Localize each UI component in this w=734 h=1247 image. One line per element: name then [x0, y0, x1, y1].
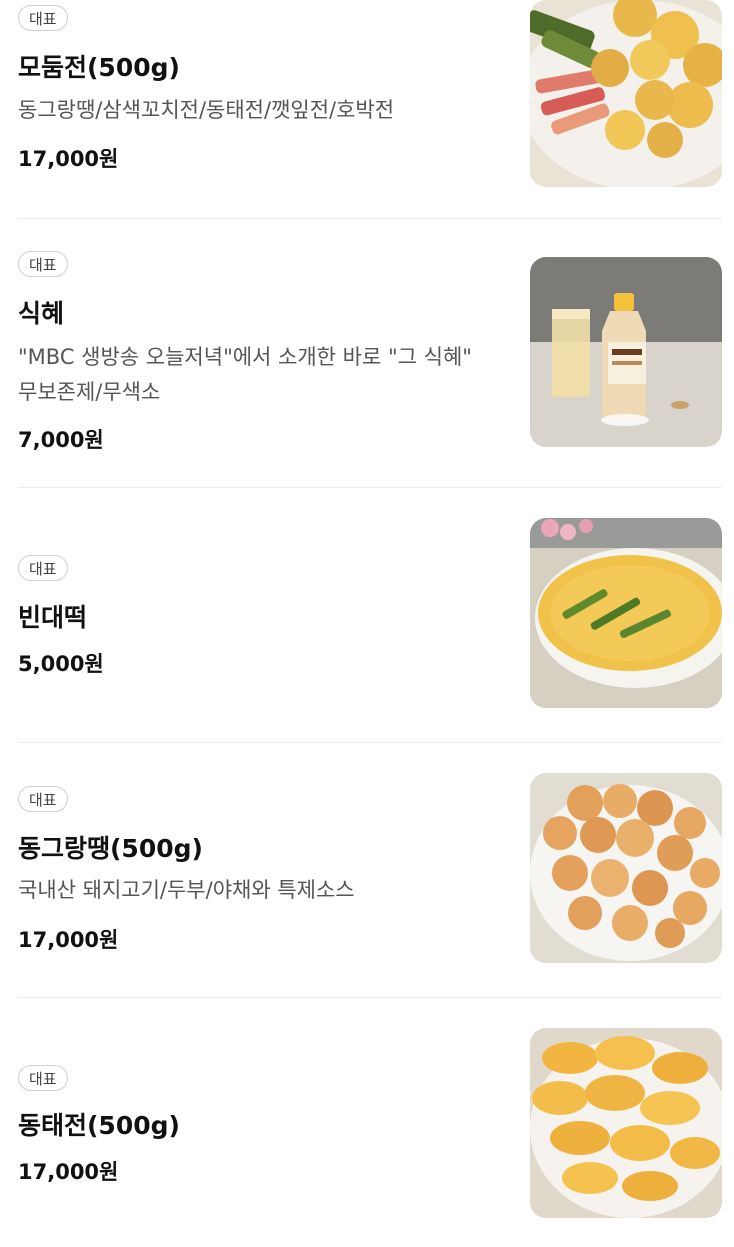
menu-item[interactable]: 대표 동그랑땡(500g) 국내산 돼지고기/두부/야채와 특제소스 17,00… [0, 743, 734, 997]
representative-badge: 대표 [18, 555, 68, 581]
representative-badge: 대표 [18, 5, 68, 31]
menu-item-name: 모둠전(500g) [18, 53, 180, 82]
menu-item-name: 식혜 [18, 299, 65, 328]
menu-item[interactable]: 대표 빈대떡 5,000원 [0, 488, 734, 742]
menu-item-description: 동그랑땡/삼색꼬치전/동태전/깻잎전/호박전 [18, 98, 395, 122]
dongtaejeon-photo-icon[interactable] [530, 1028, 722, 1218]
representative-badge: 대표 [18, 786, 68, 812]
menu-item-description: 국내산 돼지고기/두부/야채와 특제소스 [18, 878, 355, 902]
menu-item-price: 17,000원 [18, 147, 119, 171]
assorted-jeon-photo-icon[interactable] [530, 0, 722, 187]
menu-item-price: 5,000원 [18, 652, 104, 676]
menu-item-name: 동태전(500g) [18, 1111, 180, 1140]
menu-item[interactable]: 대표 식혜 "MBC 생방송 오늘저녁"에서 소개한 바로 "그 식혜" 무보존… [0, 219, 734, 487]
donggeurangttaeng-photo-icon[interactable] [530, 773, 722, 963]
menu-item-name: 동그랑땡(500g) [18, 834, 203, 863]
representative-badge: 대표 [18, 1065, 68, 1091]
menu-item[interactable]: 대표 모둠전(500g) 동그랑땡/삼색꼬치전/동태전/깻잎전/호박전 17,0… [0, 0, 734, 218]
menu-item[interactable]: 대표 동태전(500g) 17,000원 [0, 998, 734, 1247]
menu-item-price: 17,000원 [18, 1160, 119, 1184]
sikhye-bottle-photo-icon[interactable] [530, 257, 722, 447]
menu-item-name: 빈대떡 [18, 603, 88, 632]
representative-badge: 대표 [18, 251, 68, 277]
bindaetteok-photo-icon[interactable] [530, 518, 722, 708]
menu-item-price: 7,000원 [18, 428, 104, 452]
menu-item-description: "MBC 생방송 오늘저녁"에서 소개한 바로 "그 식혜" 무보존제/무색소 [18, 345, 472, 404]
menu-item-price: 17,000원 [18, 928, 119, 952]
